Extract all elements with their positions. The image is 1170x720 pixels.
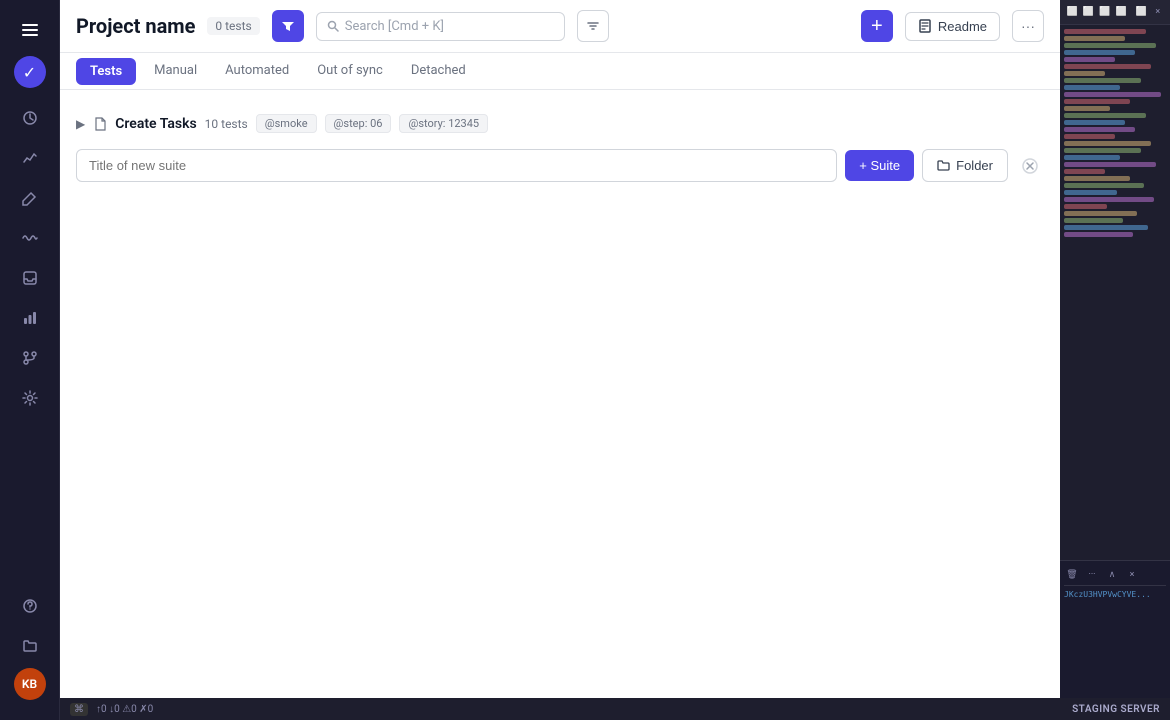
tab-manual-label: Manual	[154, 63, 197, 78]
add-suite-button[interactable]: + Suite	[845, 150, 914, 181]
folder-icon	[937, 159, 950, 172]
tests-nav-icon[interactable]: ✓	[14, 56, 46, 88]
panel-tool-2[interactable]: ⬜	[1082, 4, 1094, 20]
runs-nav-icon[interactable]	[12, 100, 48, 136]
panel-close-icon[interactable]: ×	[1152, 4, 1164, 20]
page-header: Project name 0 tests Search [Cmd + K] +	[60, 0, 1060, 53]
hamburger-lines	[22, 24, 38, 36]
suite-tag-story[interactable]: @story: 12345	[399, 114, 488, 133]
status-bar-right: STAGING SERVER	[1072, 704, 1160, 715]
main-content: Project name 0 tests Search [Cmd + K] +	[60, 0, 1060, 720]
add-button[interactable]: +	[861, 10, 893, 42]
test-count-badge: 0 tests	[207, 17, 259, 35]
right-panel: ⬜ ⬜ ⬜ ⬜ ⬜ ×	[1060, 0, 1170, 720]
code-preview	[1060, 25, 1170, 560]
add-folder-label: Folder	[956, 158, 993, 173]
tab-tests-label: Tests	[90, 64, 122, 79]
readme-button[interactable]: Readme	[905, 12, 1000, 41]
tab-out-of-sync-label: Out of sync	[317, 63, 383, 78]
search-placeholder-text: Search [Cmd + K]	[345, 19, 444, 34]
checkmark-symbol: ✓	[23, 63, 36, 82]
adjust-button[interactable]	[577, 10, 609, 42]
sidebar: ✓	[0, 0, 60, 720]
suite-chevron-icon[interactable]: ▶	[76, 117, 85, 131]
panel-tool-1[interactable]: ⬜	[1066, 4, 1078, 20]
git-indicators: ↑0 ↓0 ⚠0 ✗0	[96, 704, 153, 715]
terminal-up-icon[interactable]: ∧	[1104, 567, 1120, 583]
suite-tag-smoke[interactable]: @smoke	[256, 114, 317, 133]
command-icon[interactable]: ⌘	[70, 703, 88, 716]
help-nav-icon[interactable]	[12, 588, 48, 624]
inbox-nav-icon[interactable]	[12, 260, 48, 296]
cancel-new-suite-button[interactable]	[1016, 152, 1044, 180]
more-options-button[interactable]: ···	[1012, 10, 1044, 42]
suite-name[interactable]: Create Tasks	[115, 116, 196, 132]
panel-tool-4[interactable]: ⬜	[1115, 4, 1127, 20]
hamburger-icon[interactable]	[12, 12, 48, 48]
tab-detached[interactable]: Detached	[397, 53, 480, 90]
suite-test-count: 10 tests	[205, 117, 248, 131]
search-bar[interactable]: Search [Cmd + K]	[316, 12, 566, 41]
tab-tests[interactable]: Tests	[76, 58, 136, 85]
sidebar-nav: ✓	[12, 12, 48, 584]
suite-row: ▶ Create Tasks 10 tests @smoke @step: 06…	[76, 106, 1044, 141]
panel-tool-3[interactable]: ⬜	[1099, 4, 1111, 20]
reports-nav-icon[interactable]	[12, 300, 48, 336]
projects-nav-icon[interactable]	[12, 628, 48, 664]
terminal-more-icon[interactable]: ···	[1084, 567, 1100, 583]
server-info: STAGING SERVER	[1072, 704, 1160, 715]
readme-label: Readme	[938, 19, 987, 34]
suite-file-icon	[93, 117, 107, 131]
project-title: Project name	[76, 14, 195, 38]
terminal-text: JKczU3HVPVwCYVE...	[1064, 590, 1166, 599]
new-suite-row: + Suite Folder	[76, 149, 1044, 182]
tab-manual[interactable]: Manual	[140, 53, 211, 90]
more-icon: ···	[1021, 18, 1035, 34]
panel-terminal: 🗑 ··· ∧ × JKczU3HVPVwCYVE...	[1060, 560, 1170, 720]
readme-icon	[918, 19, 932, 33]
signal-nav-icon[interactable]	[12, 220, 48, 256]
terminal-close-icon[interactable]: ×	[1124, 567, 1140, 583]
add-folder-button[interactable]: Folder	[922, 149, 1008, 182]
edit-nav-icon[interactable]	[12, 180, 48, 216]
new-suite-input[interactable]	[76, 149, 837, 182]
search-icon	[327, 20, 339, 32]
sidebar-bottom: KB	[12, 588, 48, 708]
filter-button[interactable]	[272, 10, 304, 42]
user-avatar[interactable]: KB	[14, 668, 46, 700]
branches-nav-icon[interactable]	[12, 340, 48, 376]
suite-tag-step[interactable]: @step: 06	[325, 114, 392, 133]
status-bar: ⌘ ↑0 ↓0 ⚠0 ✗0 STAGING SERVER	[60, 698, 1170, 720]
tab-out-of-sync[interactable]: Out of sync	[303, 53, 397, 90]
settings-nav-icon[interactable]	[12, 380, 48, 416]
add-icon: +	[871, 16, 883, 36]
tab-detached-label: Detached	[411, 63, 466, 78]
panel-toolbar: ⬜ ⬜ ⬜ ⬜ ⬜ ×	[1060, 0, 1170, 25]
tab-automated-label: Automated	[225, 63, 289, 78]
content-area: ▶ Create Tasks 10 tests @smoke @step: 06…	[60, 90, 1060, 720]
terminal-trash-icon[interactable]: 🗑	[1064, 567, 1080, 583]
add-suite-label: + Suite	[859, 158, 900, 173]
panel-split-icon[interactable]: ⬜	[1135, 4, 1147, 20]
tab-bar: Tests Manual Automated Out of sync Detac…	[60, 53, 1060, 90]
tab-automated[interactable]: Automated	[211, 53, 303, 90]
status-bar-left: ⌘ ↑0 ↓0 ⚠0 ✗0	[70, 703, 153, 716]
analytics-nav-icon[interactable]	[12, 140, 48, 176]
avatar-initials: KB	[22, 677, 37, 691]
